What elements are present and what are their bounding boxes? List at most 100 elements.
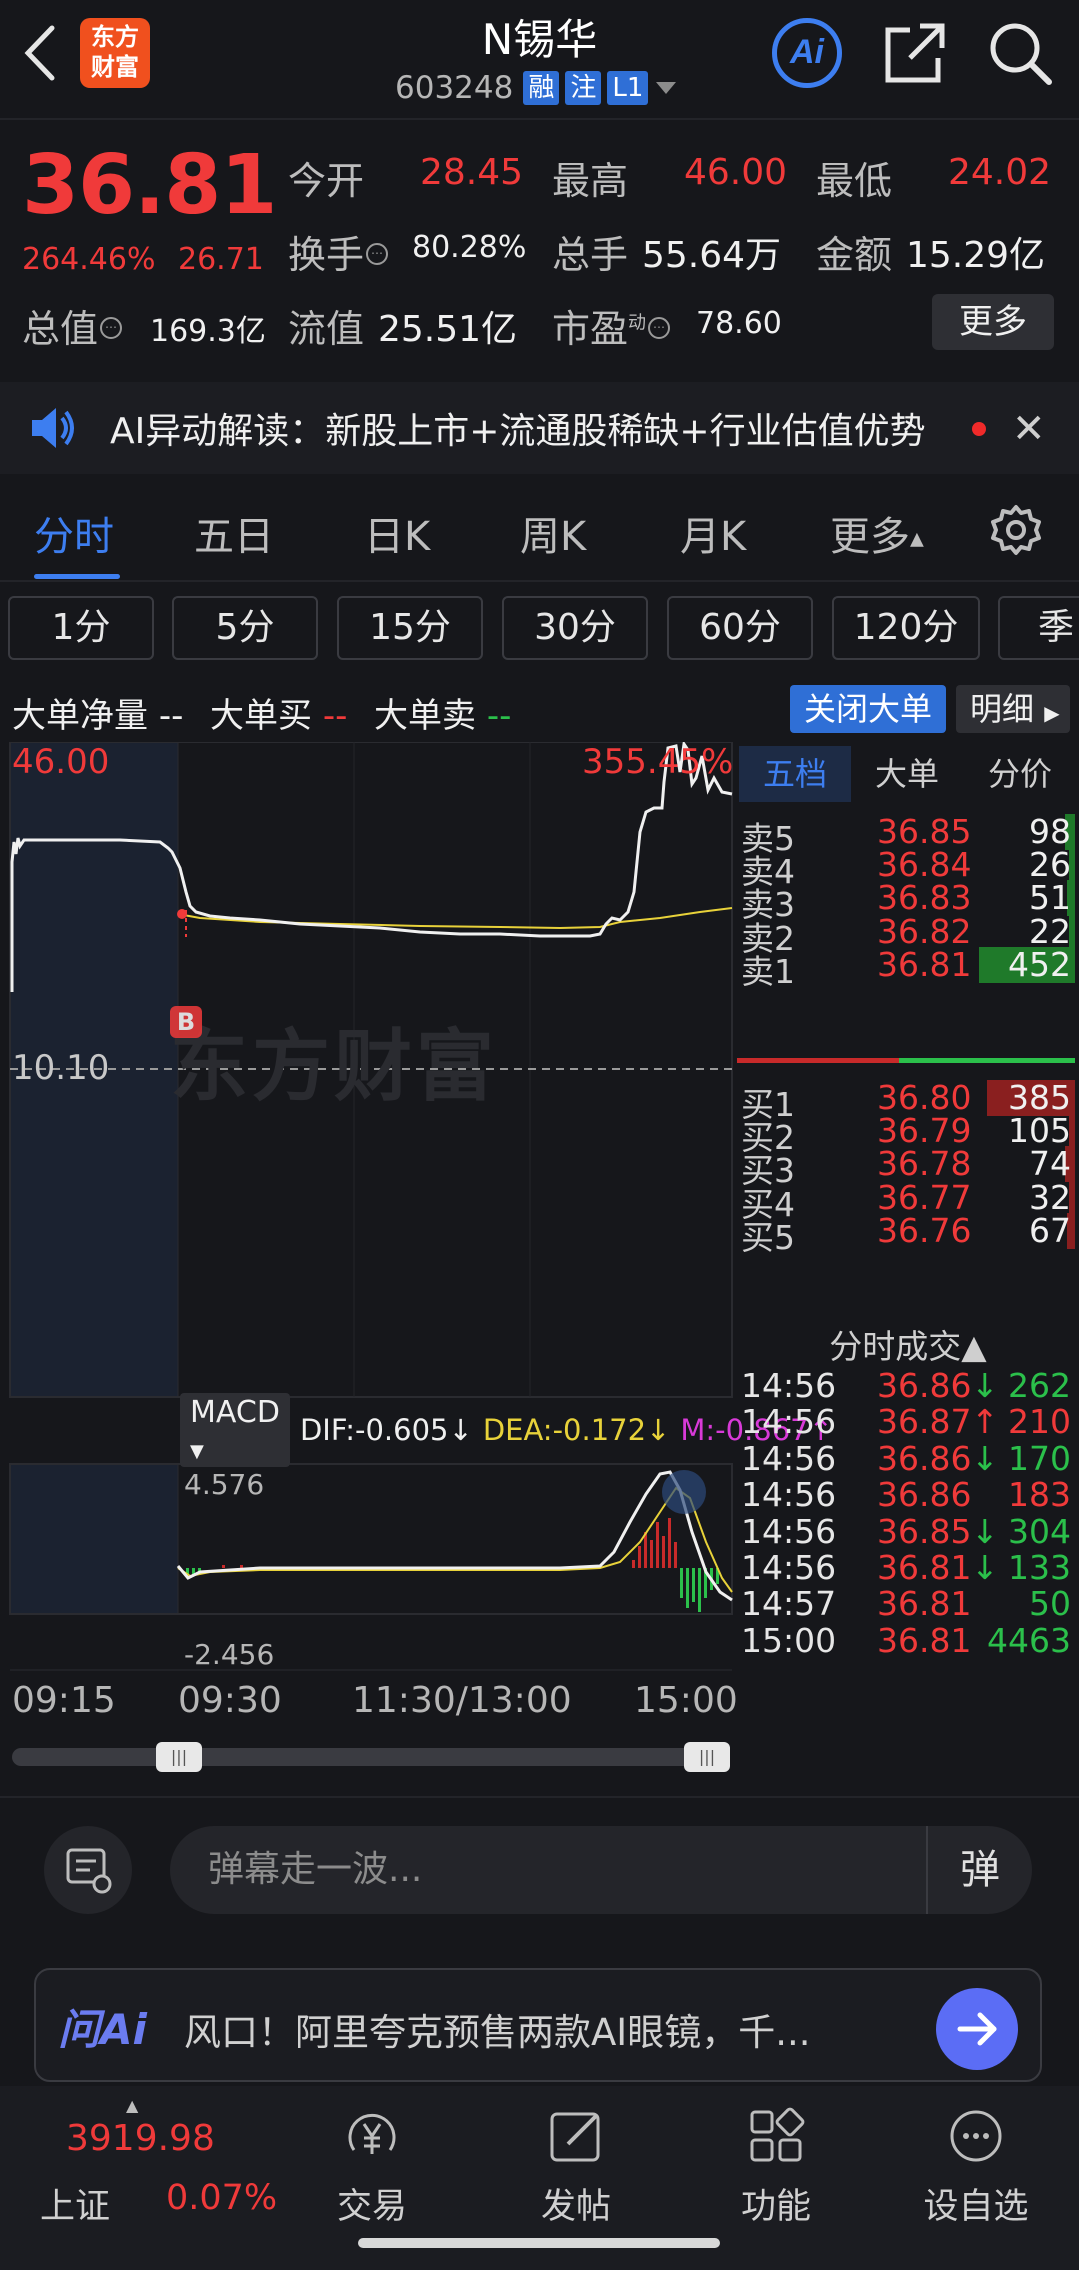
ai-analysis-bar[interactable]: AI异动解读：新股上市+流通股稀缺+行业估值优势 ✕ [0, 382, 1079, 474]
grid-icon [750, 2107, 805, 2162]
ask-ai-prompt[interactable]: 风口！阿里夸克预售两款AI眼镜，千... [184, 2002, 811, 2056]
ask-level[interactable]: 卖1 36.81 452 [737, 945, 1079, 991]
comment-settings-button[interactable] [44, 1826, 132, 1914]
turnover-label: 换手 ⋯ [288, 224, 392, 279]
trade-price: 36.86 [877, 1475, 972, 1515]
buy-signal-marker[interactable]: B [170, 1006, 202, 1038]
level-tag: L1 [607, 71, 649, 105]
trade-volume: 50 [1029, 1584, 1071, 1624]
macd-axis-max: 4.576 [184, 1468, 265, 1501]
bid-level[interactable]: 买5 36.76 67 [737, 1211, 1079, 1257]
trade-direction-arrow: ↓ [971, 1548, 999, 1587]
dropdown-icon[interactable] [654, 80, 678, 96]
ask-ai-send-button[interactable] [936, 1988, 1018, 2070]
time-range-scrollbar[interactable]: ||| ||| [12, 1742, 730, 1772]
nav-add-watchlist[interactable]: 设自选 [876, 2086, 1076, 2270]
pe-value: 78.60 [696, 306, 782, 341]
info-icon[interactable]: ⋯ [100, 316, 123, 339]
level-volume: 452 [1008, 944, 1071, 984]
open-label: 今开 [288, 159, 365, 203]
trade-price: 36.81 [877, 1584, 972, 1624]
tab-daily-k[interactable]: 日K [364, 504, 430, 562]
tab-monthly-k[interactable]: 月K [680, 504, 746, 562]
change-percent: 264.46% [22, 242, 156, 277]
price-axis-max: 46.00 [12, 742, 110, 782]
tab-price-distribution[interactable]: 分价 [963, 746, 1077, 802]
search-icon[interactable] [985, 18, 1055, 88]
tab-more[interactable]: 更多▲ [830, 504, 924, 562]
tab-big-orders[interactable]: 大单 [851, 746, 963, 802]
ai-analysis-text[interactable]: AI异动解读：新股上市+流通股稀缺+行业估值优势 [110, 402, 926, 454]
tab-15min[interactable]: 15分 [337, 596, 483, 660]
dea-line [177, 1486, 733, 1593]
range-handle-right[interactable]: ||| [684, 1742, 730, 1772]
speaker-icon [32, 408, 74, 448]
more-quote-button[interactable]: 更多 [932, 294, 1054, 350]
range-handle-left[interactable]: ||| [156, 1742, 202, 1772]
margin-tag: 融 [523, 71, 560, 105]
period-tabs: 分时 五日 日K 周K 月K 更多▲ [0, 478, 1079, 582]
app-header: 东方 财富 N锡华 603248 融 注 L1 Ai [0, 0, 1079, 118]
nav-index[interactable]: ▲ 3919.98 上证 0.07% [0, 2086, 277, 2270]
trade-price: 36.85 [877, 1511, 972, 1551]
home-indicator[interactable] [358, 2238, 720, 2248]
trade-direction-arrow: ↓ [971, 1438, 999, 1478]
close-icon[interactable]: ✕ [1012, 406, 1046, 452]
macd-auction-region [10, 1464, 178, 1614]
dea-value: DEA:-0.172↓ [482, 1413, 671, 1447]
gear-icon[interactable] [990, 504, 1042, 556]
ask-ai-bar[interactable]: 问Ai 风口！阿里夸克预售两款AI眼镜，千... [34, 1968, 1042, 2082]
detail-button[interactable]: 明细 ▶ [956, 685, 1070, 733]
trade-time: 14:56 [741, 1548, 837, 1587]
unread-dot [972, 422, 986, 436]
trade-price: 36.86 [877, 1366, 972, 1405]
chevron-right-icon: ▶ [1044, 701, 1060, 725]
tab-intraday[interactable]: 分时 [34, 504, 114, 562]
comment-bar: 弹幕走一波... 弹 [0, 1796, 1079, 1944]
trade-time: 14:56 [741, 1511, 837, 1551]
danmu-toggle-button[interactable]: 弹 [926, 1826, 1032, 1914]
trade-time: 14:56 [741, 1366, 837, 1405]
level-price: 36.81 [877, 944, 972, 984]
stock-code-row[interactable]: 603248 融 注 L1 [395, 68, 678, 108]
order-book: 五档 大单 分价 卖5 36.85 98 卖4 36.84 26 卖3 36.83 51 卖2 36… [737, 742, 1079, 1792]
trade-time: 14:56 [741, 1402, 837, 1442]
registration-tag: 注 [565, 71, 602, 105]
danmu-input[interactable]: 弹幕走一波... [170, 1826, 1032, 1914]
ai-icon[interactable]: Ai [772, 18, 842, 88]
percent-axis-max: 355.45% [582, 742, 734, 782]
macd-histogram [186, 1518, 719, 1612]
big-order-net: 大单净量 -- [12, 696, 184, 736]
close-big-order-button[interactable]: 关闭大单 [790, 685, 946, 733]
info-icon[interactable]: ⋯ [648, 316, 671, 339]
tab-quarter[interactable]: 季 [998, 596, 1079, 660]
trade-volume: 262 [1008, 1366, 1071, 1405]
tab-five-levels[interactable]: 五档 [739, 746, 851, 802]
intraday-chart[interactable]: 46.00 355.45% 10.10 东方财富 B MACD ▼ DIF:-0… [0, 742, 833, 1782]
trade-volume: 170 [1008, 1438, 1071, 1478]
mktcap-value: 169.3亿 [150, 314, 266, 349]
amount-value: 15.29亿 [906, 235, 1046, 276]
tab-1min[interactable]: 1分 [8, 596, 154, 660]
info-icon[interactable]: ⋯ [366, 242, 389, 265]
time-label: 15:00 [634, 1680, 738, 1721]
trade-time: 14:56 [741, 1475, 837, 1515]
time-label: 11:30/13:00 [352, 1680, 572, 1721]
tab-weekly-k[interactable]: 周K [520, 504, 586, 562]
mktcap-label: 总值 ⋯ [22, 298, 126, 353]
average-price-line [177, 907, 733, 930]
share-icon[interactable] [880, 18, 950, 88]
tab-30min[interactable]: 30分 [502, 596, 648, 660]
tick-trades-title[interactable]: 分时成交▲ [737, 1320, 1079, 1368]
last-price: 36.81 [22, 138, 277, 233]
high-label: 最高 [552, 159, 629, 203]
tab-60min[interactable]: 60分 [667, 596, 813, 660]
tab-5min[interactable]: 5分 [172, 596, 318, 660]
bid-ask-divider [737, 1058, 1075, 1063]
trade-price: 36.81 [877, 1620, 972, 1660]
index-value: 3919.98 [66, 2118, 215, 2159]
indicator-select[interactable]: MACD ▼ [180, 1393, 290, 1467]
tab-120min[interactable]: 120分 [832, 596, 980, 660]
tab-five-day[interactable]: 五日 [194, 504, 274, 562]
trade-price: 36.81 [877, 1548, 972, 1587]
